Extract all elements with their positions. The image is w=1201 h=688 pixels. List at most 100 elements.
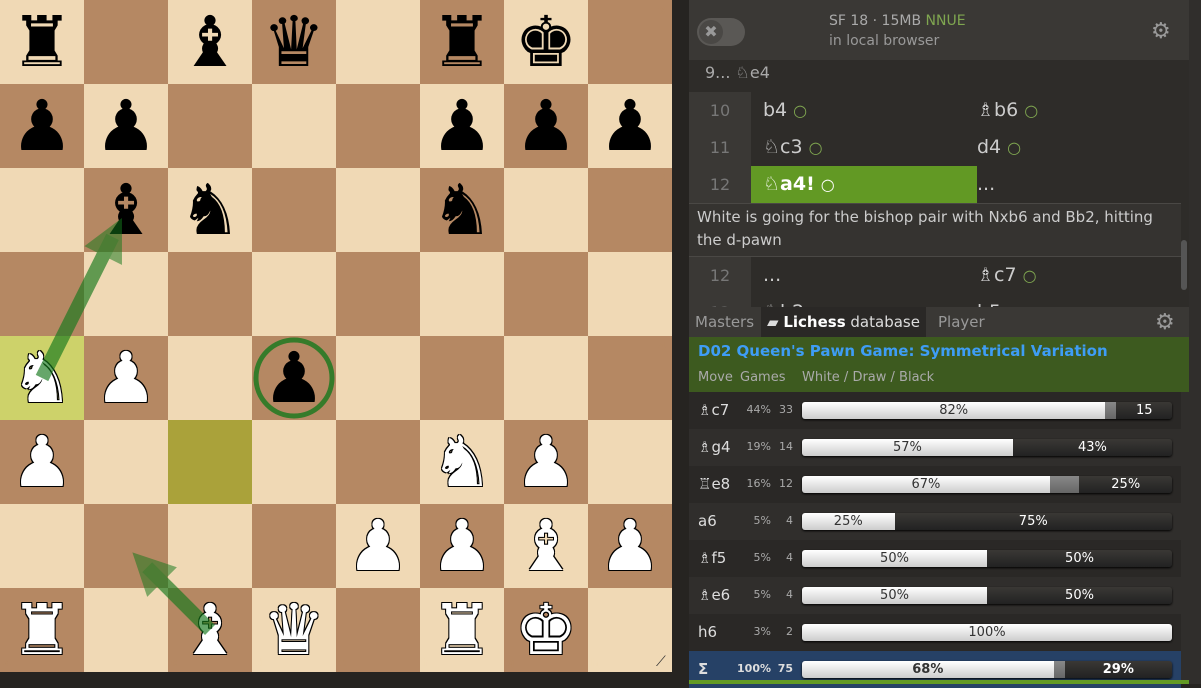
move-row: 12 ♘a4! ○...: [689, 166, 1181, 203]
black-bishop-icon[interactable]: ♝: [84, 168, 168, 252]
square-b1[interactable]: [84, 588, 168, 672]
square-b3[interactable]: [84, 420, 168, 504]
white-knight-icon[interactable]: ♞: [0, 336, 84, 420]
move-black[interactable]: ♗b6 ○: [965, 92, 1189, 129]
square-g4[interactable]: [504, 336, 588, 420]
square-d7[interactable]: [252, 84, 336, 168]
move-white[interactable]: ♘a4! ○: [751, 166, 977, 203]
glyph-circle-icon: ○: [1022, 266, 1037, 285]
white-king-icon[interactable]: ♚: [504, 588, 588, 672]
explorer-row[interactable]: ♗f5 5% 4 50% 50%: [689, 540, 1181, 577]
square-d6[interactable]: [252, 168, 336, 252]
move-black[interactable]: ♗c7 ○: [965, 257, 1189, 294]
white-knight-icon[interactable]: ♞: [420, 420, 504, 504]
engine-toggle[interactable]: ✖: [697, 18, 745, 46]
move-black[interactable]: ...: [965, 166, 1189, 203]
black-pawn-icon[interactable]: ♟: [84, 84, 168, 168]
square-a6[interactable]: [0, 168, 84, 252]
square-d5[interactable]: [252, 252, 336, 336]
gear-icon[interactable]: ⚙: [1155, 310, 1175, 335]
square-c5[interactable]: [168, 252, 252, 336]
black-bishop-icon[interactable]: ♝: [168, 0, 252, 84]
square-a5[interactable]: [0, 252, 84, 336]
square-d2[interactable]: [252, 504, 336, 588]
square-g5[interactable]: [504, 252, 588, 336]
chessboard[interactable]: 8 7 6 5 4 3 2 1 a b c d e f g h ♜ ♝ ♛ ♜ ♚ ♟ ♟ ♟ ♟ ♟ ♝ ♞ ♞ ♞ ♟ ♟ ♟ ♞ ♟ ♟ ♟ ♝ ♟ ♜…: [0, 0, 672, 672]
tab-player[interactable]: Player: [932, 307, 991, 337]
square-e1[interactable]: [336, 588, 420, 672]
white-rook-icon[interactable]: ♜: [0, 588, 84, 672]
move-white[interactable]: ♘b2○: [751, 294, 977, 307]
square-c2[interactable]: [168, 504, 252, 588]
explorer-row[interactable]: ♗e6 5% 4 50% 50%: [689, 577, 1181, 614]
move-white[interactable]: ...: [751, 257, 977, 294]
gear-icon[interactable]: ⚙: [1151, 19, 1171, 44]
black-pawn-icon[interactable]: ♟: [504, 84, 588, 168]
wdb-bar: 57% 43%: [802, 439, 1172, 456]
tab-masters[interactable]: Masters: [689, 307, 760, 337]
black-rook-icon[interactable]: ♜: [420, 0, 504, 84]
explorer-games: 12: [779, 477, 793, 490]
explorer-row[interactable]: ♗c7 44% 33 82% 15: [689, 392, 1181, 429]
move-san: ...: [763, 264, 782, 286]
white-bishop-icon[interactable]: ♝: [504, 504, 588, 588]
black-queen-icon[interactable]: ♛: [252, 0, 336, 84]
white-pawn-icon[interactable]: ♟: [504, 420, 588, 504]
black-knight-icon[interactable]: ♞: [168, 168, 252, 252]
opening-name[interactable]: D02 Queen's Pawn Game: Symmetrical Varia…: [698, 342, 1108, 360]
white-pawn-icon[interactable]: ♟: [420, 504, 504, 588]
square-e3[interactable]: [336, 420, 420, 504]
white-queen-icon[interactable]: ♛: [252, 588, 336, 672]
white-pawn-icon[interactable]: ♟: [84, 336, 168, 420]
square-c4[interactable]: [168, 336, 252, 420]
square-f4[interactable]: [420, 336, 504, 420]
move-black[interactable]: h5○: [965, 294, 1189, 307]
black-knight-icon[interactable]: ♞: [420, 168, 504, 252]
explorer-row[interactable]: ♖e8 16% 12 67% 25%: [689, 466, 1181, 503]
black-king-icon[interactable]: ♚: [504, 0, 588, 84]
square-e6[interactable]: [336, 168, 420, 252]
square-e4[interactable]: [336, 336, 420, 420]
square-e5[interactable]: [336, 252, 420, 336]
black-pawn-icon[interactable]: ♟: [0, 84, 84, 168]
engine-version: SF 18 · 15MB: [829, 13, 926, 29]
tab-lichess-database[interactable]: ▰ Lichess database: [761, 307, 926, 337]
square-d3[interactable]: [252, 420, 336, 504]
black-pawn-icon[interactable]: ♟: [252, 336, 336, 420]
white-pawn-icon[interactable]: ♟: [336, 504, 420, 588]
move-white[interactable]: b4 ○: [751, 92, 977, 129]
explorer-row[interactable]: a6 5% 4 25% 75%: [689, 503, 1181, 540]
white-pawn-icon[interactable]: ♟: [0, 420, 84, 504]
move-san: b4: [763, 99, 788, 121]
white-bishop-icon[interactable]: ♝: [168, 588, 252, 672]
resize-handle-icon[interactable]: ⟋: [656, 654, 666, 670]
move-number: 11: [689, 129, 751, 166]
explorer-games: 75: [777, 662, 793, 675]
square-a2[interactable]: [0, 504, 84, 588]
square-e7[interactable]: [336, 84, 420, 168]
move-row: 12... ♗c7 ○: [689, 257, 1181, 294]
book-icon: ▰: [767, 313, 779, 331]
square-e8[interactable]: [336, 0, 420, 84]
previous-move[interactable]: 9... ♘e4: [705, 63, 770, 82]
square-b8[interactable]: [84, 0, 168, 84]
rank-label: 6: [658, 172, 666, 185]
square-c3[interactable]: [168, 420, 252, 504]
black-pawn-icon[interactable]: ♟: [588, 84, 672, 168]
move-list-scrollbar[interactable]: [1181, 240, 1187, 290]
black-segment: 25%: [1079, 476, 1172, 493]
square-c7[interactable]: [168, 84, 252, 168]
square-g6[interactable]: [504, 168, 588, 252]
explorer-move: h6: [698, 623, 718, 641]
black-pawn-icon[interactable]: ♟: [420, 84, 504, 168]
square-b2[interactable]: [84, 504, 168, 588]
square-b5[interactable]: [84, 252, 168, 336]
white-rook-icon[interactable]: ♜: [420, 588, 504, 672]
move-white[interactable]: ♘c3 ○: [751, 129, 977, 166]
explorer-row[interactable]: ♗g4 19% 14 57% 43%: [689, 429, 1181, 466]
move-black[interactable]: d4 ○: [965, 129, 1189, 166]
white-pawn-icon[interactable]: ♟: [588, 504, 672, 588]
square-f5[interactable]: [420, 252, 504, 336]
black-rook-icon[interactable]: ♜: [0, 0, 84, 84]
explorer-row[interactable]: h6 3% 2 100%: [689, 614, 1181, 651]
